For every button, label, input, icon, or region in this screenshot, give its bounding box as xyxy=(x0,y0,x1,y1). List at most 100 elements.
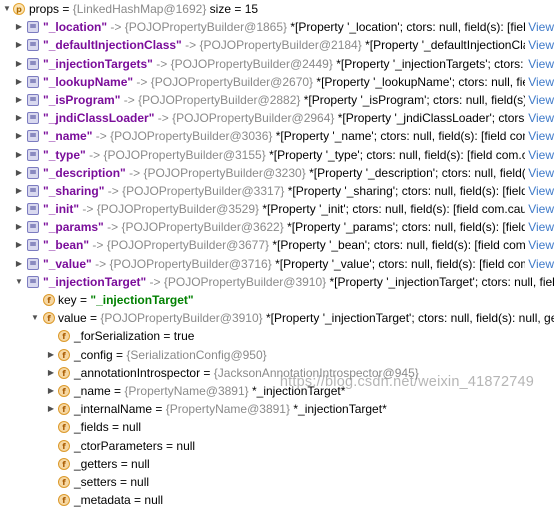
tree-row-entry[interactable]: ▶="_injectionTargets" -> {POJOPropertyBu… xyxy=(0,55,554,73)
view-link[interactable]: View xyxy=(525,73,554,91)
tree-row-entry[interactable]: ▶="_defaultInjectionClass" -> {POJOPrope… xyxy=(0,36,554,54)
entry-value: *[Property '_type'; ctors: null, field(s… xyxy=(269,148,554,162)
field-name: _config xyxy=(74,348,113,362)
expand-arrow-icon[interactable]: ▶ xyxy=(14,236,24,254)
expand-arrow-icon[interactable]: ▶ xyxy=(14,200,24,218)
view-link[interactable]: View xyxy=(525,200,554,218)
expand-arrow-icon[interactable]: ▶ xyxy=(14,91,24,109)
collapse-arrow-icon[interactable]: ▼ xyxy=(2,0,12,18)
expand-arrow-icon[interactable]: ▶ xyxy=(14,36,24,54)
entry-value: *[Property '_name'; ctors: null, field(s… xyxy=(276,129,554,143)
entry-value: *[Property '_sharing'; ctors: null, fiel… xyxy=(288,184,554,198)
object-ref: {POJOPropertyBuilder@3622} xyxy=(121,220,283,234)
field-icon: f xyxy=(58,440,70,452)
tree-row-entry[interactable]: ▶="_sharing" -> {POJOPropertyBuilder@331… xyxy=(0,182,554,200)
view-link[interactable]: View xyxy=(525,91,554,109)
expand-arrow-icon[interactable]: ▶ xyxy=(14,218,24,236)
map-entry-icon: = xyxy=(27,167,39,179)
view-link[interactable]: View xyxy=(525,218,554,236)
object-ref: {PropertyName@3891} xyxy=(166,402,290,416)
field-name: _getters xyxy=(74,457,117,471)
field-value: null xyxy=(176,439,195,453)
view-link[interactable]: View xyxy=(525,109,554,127)
view-link[interactable]: View xyxy=(525,255,554,273)
object-ref: {POJOPropertyBuilder@2449} xyxy=(171,57,333,71)
expand-arrow-icon[interactable]: ▶ xyxy=(14,73,24,91)
map-entry-icon: = xyxy=(27,203,39,215)
expand-arrow-icon[interactable]: ▶ xyxy=(14,182,24,200)
entry-key: "_params" xyxy=(43,220,104,234)
tree-row-field[interactable]: ▶f_internalName = {PropertyName@3891} *_… xyxy=(0,400,554,418)
tree-row-entry[interactable]: ▶="_bean" -> {POJOPropertyBuilder@3677} … xyxy=(0,236,554,254)
entry-value: *[Property '_injectionTarget'; ctors: nu… xyxy=(330,275,554,289)
entry-key: "_isProgram" xyxy=(43,93,120,107)
tree-row-entry[interactable]: ▶="_isProgram" -> {POJOPropertyBuilder@2… xyxy=(0,91,554,109)
tree-row-entry[interactable]: ▶="_params" -> {POJOPropertyBuilder@3622… xyxy=(0,218,554,236)
tree-row-field[interactable]: f_metadata = null xyxy=(0,491,554,509)
view-link[interactable]: View xyxy=(525,127,554,145)
map-entry-icon: = xyxy=(27,58,39,70)
expand-arrow-icon[interactable]: ▶ xyxy=(46,346,56,364)
map-entry-icon: = xyxy=(27,185,39,197)
object-ref: {POJOPropertyBuilder@3155} xyxy=(103,148,265,162)
object-ref: {POJOPropertyBuilder@3910} xyxy=(100,311,262,325)
view-link[interactable]: View xyxy=(525,55,554,73)
field-icon: f xyxy=(43,312,55,324)
tree-row-entry[interactable]: ▶="_type" -> {POJOPropertyBuilder@3155} … xyxy=(0,146,554,164)
variable-icon: p xyxy=(13,3,25,15)
expand-arrow-icon[interactable]: ▶ xyxy=(14,18,24,36)
entry-value: *[Property '_isProgram'; ctors: null, fi… xyxy=(304,93,554,107)
collapse-arrow-icon[interactable]: ▼ xyxy=(30,309,40,327)
tree-row-entry[interactable]: ▶="_jndiClassLoader" -> {POJOPropertyBui… xyxy=(0,109,554,127)
object-ref: {PropertyName@3891} xyxy=(124,384,248,398)
tree-row-key[interactable]: f key = "_injectionTarget" xyxy=(0,291,554,309)
object-ref: {SerializationConfig@950} xyxy=(126,348,266,362)
tree-row-entry[interactable]: ▶="_description" -> {POJOPropertyBuilder… xyxy=(0,164,554,182)
tree-row-field[interactable]: f_fields = null xyxy=(0,418,554,436)
entry-value: *[Property '_lookupName'; ctors: null, f… xyxy=(316,75,554,89)
tree-row-field[interactable]: f_ctorParameters = null xyxy=(0,437,554,455)
tree-row-field[interactable]: f_forSerialization = true xyxy=(0,327,554,345)
object-ref: {LinkedHashMap@1692} xyxy=(73,2,207,16)
field-value: true xyxy=(174,329,195,343)
view-link[interactable]: View xyxy=(525,236,554,254)
view-link[interactable]: View xyxy=(525,18,554,36)
expand-arrow-icon[interactable]: ▶ xyxy=(14,164,24,182)
tree-row-entry[interactable]: ▶="_value" -> {POJOPropertyBuilder@3716}… xyxy=(0,255,554,273)
entry-value: *[Property '_location'; ctors: null, fie… xyxy=(290,20,554,34)
entry-key: "_sharing" xyxy=(43,184,104,198)
expand-arrow-icon[interactable]: ▶ xyxy=(14,255,24,273)
expand-arrow-icon[interactable]: ▶ xyxy=(46,364,56,382)
field-icon: f xyxy=(58,330,70,342)
expand-arrow-icon[interactable]: ▶ xyxy=(46,382,56,400)
entry-value: *[Property '_init'; ctors: null, field(s… xyxy=(262,202,554,216)
tree-row-value[interactable]: ▼ f value = {POJOPropertyBuilder@3910} *… xyxy=(0,309,554,327)
expand-arrow-icon[interactable]: ▶ xyxy=(14,55,24,73)
tree-row-entry[interactable]: ▶="_lookupName" -> {POJOPropertyBuilder@… xyxy=(0,73,554,91)
view-link[interactable]: View xyxy=(525,164,554,182)
collapse-arrow-icon[interactable]: ▼ xyxy=(14,273,24,291)
field-icon: f xyxy=(58,367,70,379)
view-link[interactable]: View xyxy=(525,36,554,54)
view-link[interactable]: View xyxy=(525,182,554,200)
expand-arrow-icon[interactable]: ▶ xyxy=(46,400,56,418)
map-entry-icon: = xyxy=(27,239,39,251)
expand-arrow-icon[interactable]: ▶ xyxy=(14,127,24,145)
view-link[interactable]: View xyxy=(525,146,554,164)
tree-row-entry[interactable]: ▶="_location" -> {POJOPropertyBuilder@18… xyxy=(0,18,554,36)
expand-arrow-icon[interactable]: ▶ xyxy=(14,146,24,164)
tree-row-expanded-entry[interactable]: ▼ = "_injectionTarget" -> {POJOPropertyB… xyxy=(0,273,554,291)
map-entry-icon: = xyxy=(27,94,39,106)
tree-row-entry[interactable]: ▶="_name" -> {POJOPropertyBuilder@3036} … xyxy=(0,127,554,145)
expand-arrow-icon[interactable]: ▶ xyxy=(14,109,24,127)
tree-row-field[interactable]: f_setters = null xyxy=(0,473,554,491)
field-icon: f xyxy=(58,476,70,488)
tree-row-field[interactable]: ▶f_config = {SerializationConfig@950} xyxy=(0,346,554,364)
tree-row-props[interactable]: ▼ p props = {LinkedHashMap@1692} size = … xyxy=(0,0,554,18)
tree-row-field[interactable]: f_getters = null xyxy=(0,455,554,473)
field-icon: f xyxy=(58,403,70,415)
tree-row-entry[interactable]: ▶="_init" -> {POJOPropertyBuilder@3529} … xyxy=(0,200,554,218)
object-ref: {POJOPropertyBuilder@3317} xyxy=(122,184,284,198)
object-ref: {POJOPropertyBuilder@1865} xyxy=(125,20,287,34)
field-name: _forSerialization xyxy=(74,329,160,343)
